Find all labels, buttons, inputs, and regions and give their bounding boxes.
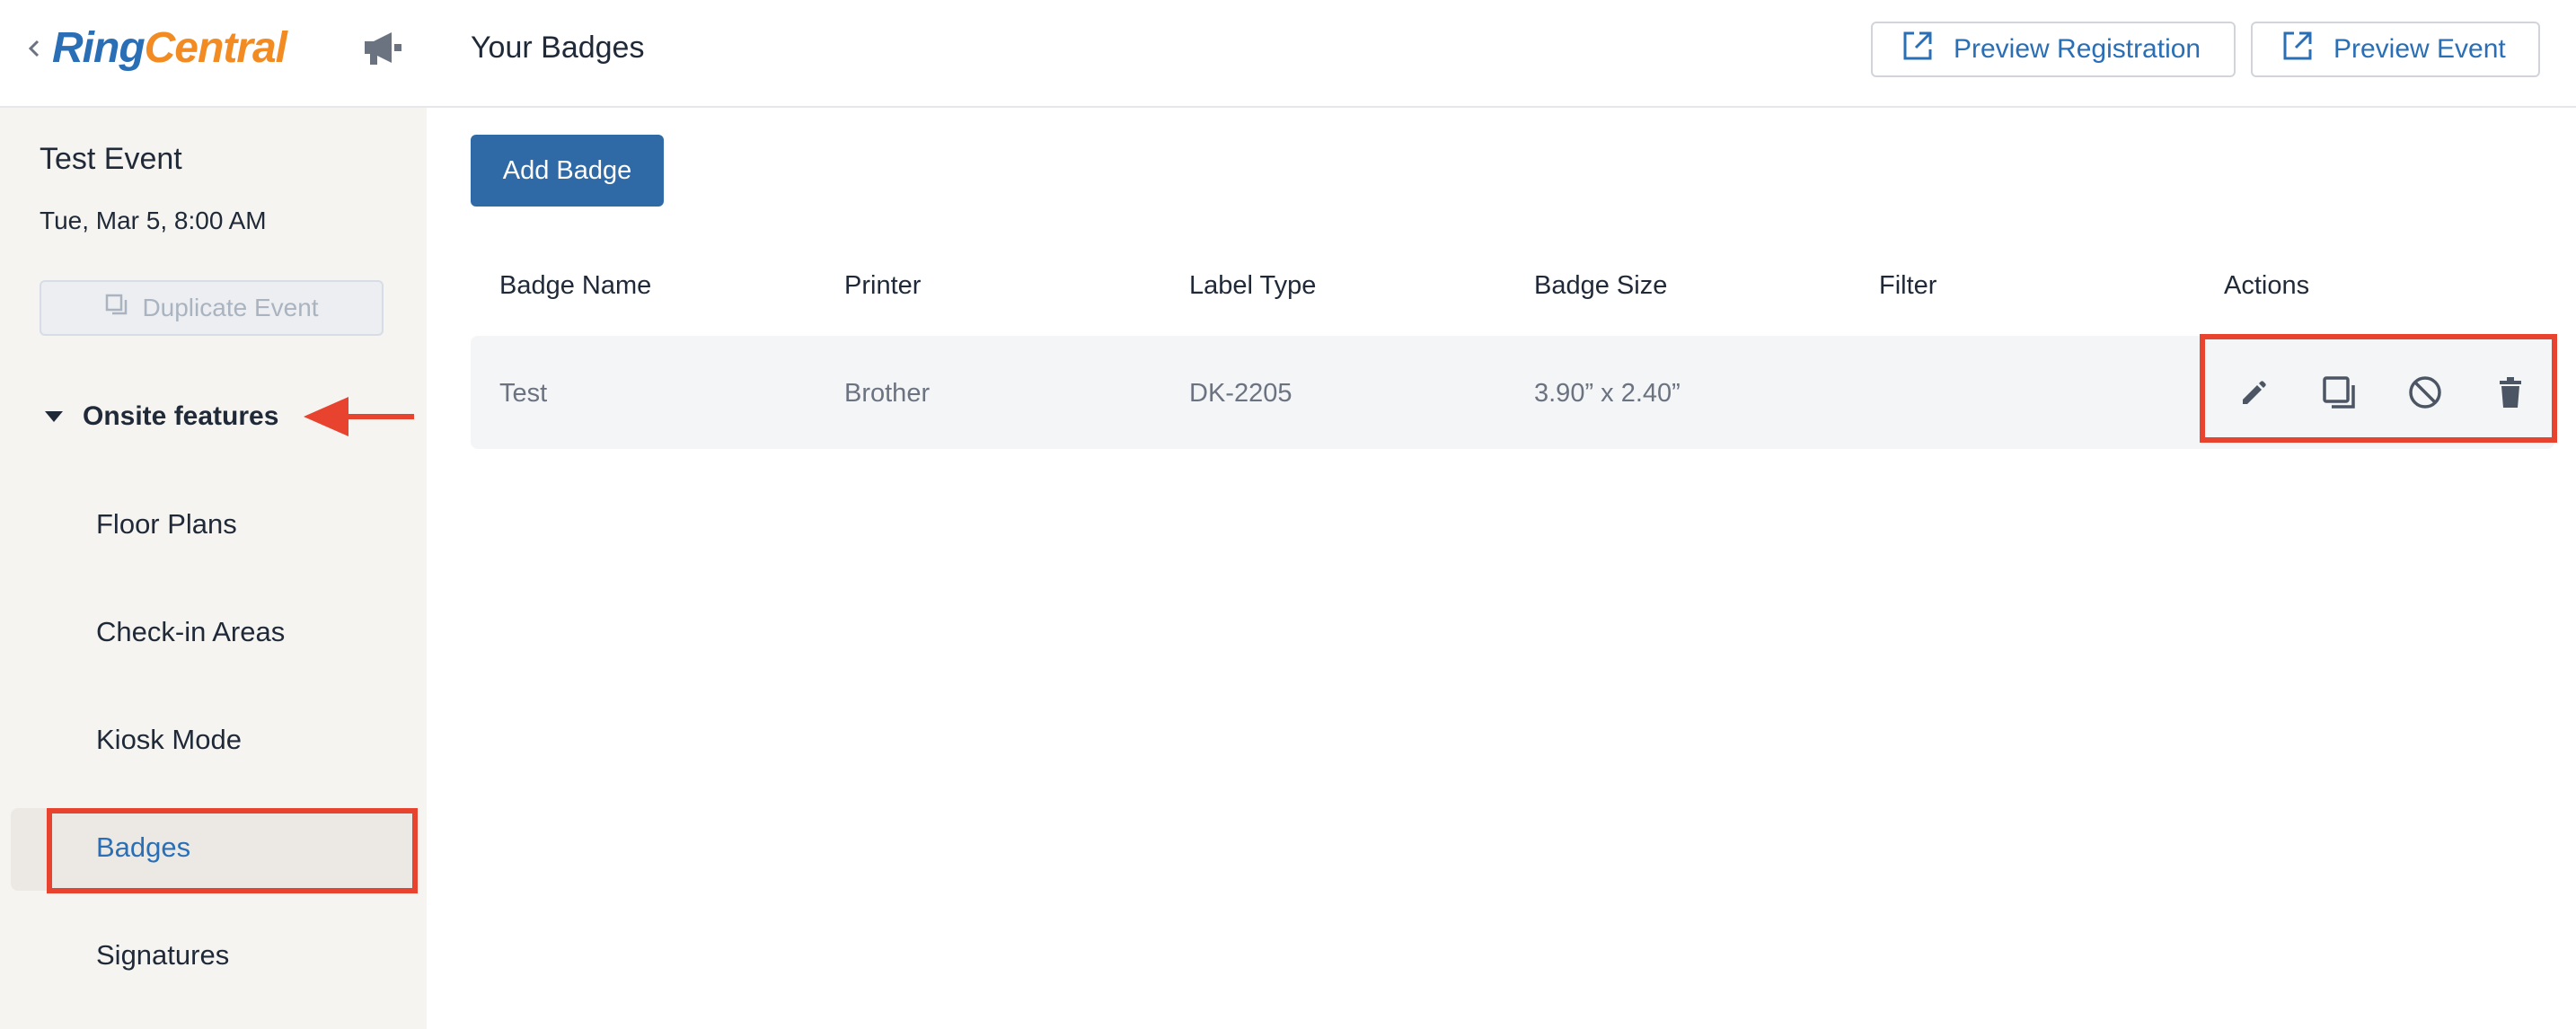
sidebar-item-signatures[interactable]: Signatures <box>96 939 229 972</box>
preview-event-button[interactable]: Preview Event <box>2251 22 2540 77</box>
sidebar-item-floor-plans[interactable]: Floor Plans <box>96 508 237 541</box>
column-header-printer: Printer <box>844 271 922 300</box>
duplicate-event-label: Duplicate Event <box>142 294 319 321</box>
column-header-actions: Actions <box>2224 271 2310 300</box>
onsite-features-label: Onsite features <box>83 401 279 431</box>
onsite-features-toggle[interactable]: Onsite features <box>45 399 278 435</box>
header-divider <box>427 106 2576 108</box>
copy-icon <box>104 293 129 324</box>
page-title: Your Badges <box>471 31 645 65</box>
ringcentral-logo[interactable]: RingCentral <box>52 22 287 75</box>
sidebar-item-check-in-areas[interactable]: Check-in Areas <box>96 616 285 648</box>
annotation-box-actions <box>2200 334 2557 443</box>
cell-printer: Brother <box>844 379 931 408</box>
preview-registration-label: Preview Registration <box>1954 34 2201 64</box>
cell-label-type: DK-2205 <box>1189 379 1292 408</box>
caret-down-icon <box>45 411 63 422</box>
duplicate-event-button[interactable]: Duplicate Event <box>40 280 384 336</box>
column-header-badge-name: Badge Name <box>499 271 652 300</box>
annotation-arrow-icon <box>304 395 416 438</box>
logo-central-text: Central <box>144 24 287 72</box>
cell-badge-size: 3.90” x 2.40” <box>1534 379 1681 408</box>
add-badge-button[interactable]: Add Badge <box>471 135 664 207</box>
annotation-box-badges <box>47 808 418 893</box>
back-chevron-icon[interactable] <box>23 32 43 65</box>
column-header-label-type: Label Type <box>1189 271 1317 300</box>
sidebar-item-kiosk-mode[interactable]: Kiosk Mode <box>96 724 242 756</box>
preview-registration-button[interactable]: Preview Registration <box>1871 22 2236 77</box>
column-header-badge-size: Badge Size <box>1534 271 1668 300</box>
external-link-icon <box>2281 30 2314 69</box>
external-link-icon <box>1901 30 1934 69</box>
megaphone-icon[interactable] <box>361 27 406 68</box>
column-header-filter: Filter <box>1879 271 1937 300</box>
event-title: Test Event <box>40 142 182 176</box>
event-date: Tue, Mar 5, 8:00 AM <box>40 207 267 234</box>
logo-ring-text: Ring <box>52 24 146 72</box>
preview-event-label: Preview Event <box>2333 34 2506 64</box>
cell-badge-name: Test <box>499 379 548 408</box>
